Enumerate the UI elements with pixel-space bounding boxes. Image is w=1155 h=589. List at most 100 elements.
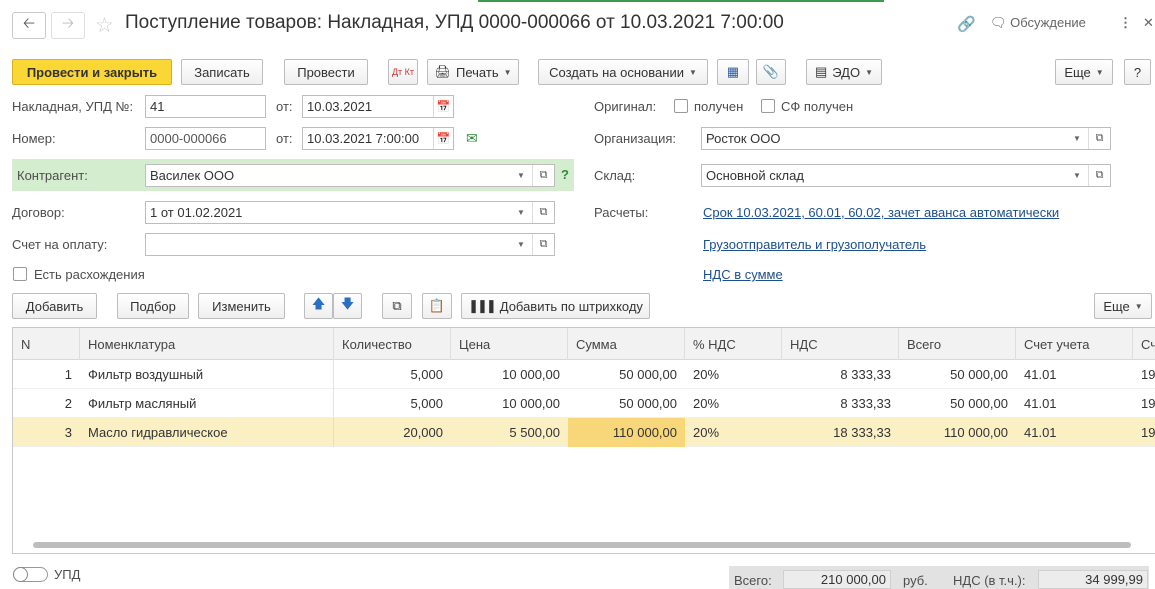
goods-table[interactable]: N Номенклатура Количество Цена Сумма % Н… [12,327,1155,554]
edit-button[interactable]: Изменить [198,293,285,319]
chevron-down-icon[interactable]: ▼ [511,234,531,255]
open-icon[interactable]: ⧉ [532,202,554,223]
move-down-button[interactable]: 🡇 [333,293,362,319]
cell-vat: 8 333,33 [840,396,891,411]
cell-account: 41.01 [1024,367,1057,382]
save-button[interactable]: Записать [181,59,263,85]
pick-button[interactable]: Подбор [117,293,189,319]
table-row[interactable]: 2 Фильтр масляный 5,000 10 000,00 50 000… [13,389,1155,418]
received-checkbox[interactable] [674,99,688,113]
shipper-consignee-link[interactable]: Грузоотправитель и грузополучатель [703,237,926,252]
open-icon[interactable]: ⧉ [532,234,554,255]
chevron-down-icon[interactable]: ▼ [511,202,531,223]
cell-price: 10 000,00 [502,367,560,382]
original-label: Оригинал: [594,99,657,114]
table-row-selected[interactable]: 3 Масло гидравлическое 20,000 5 500,00 1… [13,418,1155,447]
comment-check-icon[interactable]: ✉ [466,130,478,147]
edo-icon: ▤ [814,64,828,79]
discuss-button[interactable]: 🗨 Обсуждение [990,15,1086,31]
warehouse-input[interactable]: Основной склад ▼ ⧉ [701,164,1111,187]
invoice-number-input[interactable]: 41 [145,95,266,118]
top-accent-line [478,0,884,2]
paste-button[interactable]: 📋 [422,293,452,319]
header-quantity[interactable]: Количество [334,328,451,360]
header-vat[interactable]: НДС [782,328,899,360]
payment-invoice-input[interactable]: ▼ ⧉ [145,233,555,256]
add-by-barcode-button[interactable]: ❚❚❚ Добавить по штрихкоду [461,293,650,319]
document-date-input[interactable]: 10.03.2021 7:00:00 📅 [302,127,454,150]
add-row-button[interactable]: Добавить [12,293,97,319]
create-based-on-button[interactable]: Создать на основании ▼ [538,59,708,85]
open-icon[interactable]: ⧉ [532,165,554,186]
chevron-down-icon[interactable]: ▼ [1067,128,1087,149]
chevron-down-icon: ▼ [503,67,512,77]
cell-total: 50 000,00 [950,396,1008,411]
post-and-close-button[interactable]: Провести и закрыть [12,59,172,85]
organization-input[interactable]: Росток ООО ▼ ⧉ [701,127,1111,150]
contract-value: 1 от 01.02.2021 [150,205,243,220]
settlements-link[interactable]: Срок 10.03.2021, 60.01, 60.02, зачет ава… [703,205,1059,220]
header-vat-account[interactable]: Сч [1133,328,1155,360]
cell-nomenclature: Масло гидравлическое [80,418,334,447]
edo-button[interactable]: ▤ ЭДО ▼ [806,59,882,85]
back-button[interactable]: 🡠 [12,12,46,39]
cell-sum: 50 000,00 [619,396,677,411]
chevron-down-icon: ▼ [1134,301,1143,311]
post-button[interactable]: Провести [284,59,368,85]
more-menu-icon[interactable]: ⋮ [1119,15,1132,31]
chat-icon: 🗨 [990,15,1011,30]
open-icon[interactable]: ⧉ [1088,128,1110,149]
cell-quantity: 5,000 [410,367,443,382]
vat-in-sum-link[interactable]: НДС в сумме [703,267,783,282]
header-vat-rate[interactable]: % НДС [685,328,782,360]
more-button[interactable]: Еще ▼ [1055,59,1113,85]
close-icon[interactable]: ✕ [1143,15,1154,31]
header-price[interactable]: Цена [451,328,568,360]
copy-row-button[interactable]: ⧉ [382,293,412,319]
cell-total: 110 000,00 [943,425,1008,440]
chevron-down-icon[interactable]: ▼ [511,165,531,186]
table-more-button[interactable]: Еще ▼ [1094,293,1152,319]
document-number-input[interactable]: 0000-000066 [145,127,266,150]
help-button[interactable]: ? [1124,59,1151,85]
horizontal-scrollbar[interactable] [33,542,1131,548]
header-account[interactable]: Счет учета [1016,328,1133,360]
cell-quantity: 20,000 [403,425,443,440]
cell-sum-active[interactable]: 110 000,00 [568,418,685,447]
toggle-knob [13,567,28,582]
structure-button[interactable]: ▦ [717,59,749,85]
header-nomenclature[interactable]: Номенклатура [80,328,334,360]
open-icon[interactable]: ⧉ [1088,165,1110,186]
cell-vat-rate: 20% [693,425,720,440]
organization-value: Росток ООО [706,131,781,146]
header-total[interactable]: Всего [899,328,1016,360]
invoice-label: Накладная, УПД №: [12,99,134,114]
calendar-icon[interactable]: 📅 [433,128,453,149]
cell-price: 10 000,00 [502,396,560,411]
header-n[interactable]: N [13,328,80,360]
total-label: Всего: [734,573,772,588]
attach-button[interactable]: 📎 [756,59,786,85]
header-sum[interactable]: Сумма [568,328,685,360]
cell-n: 1 [64,367,72,382]
discrepancy-checkbox[interactable] [13,267,27,281]
upd-toggle[interactable] [13,567,48,582]
print-button[interactable]: 🖨 Печать ▼ [427,59,519,85]
cell-price: 5 500,00 [509,425,560,440]
forward-button[interactable]: 🡢 [51,12,85,39]
move-up-button[interactable]: 🡅 [304,293,333,319]
contract-input[interactable]: 1 от 01.02.2021 ▼ ⧉ [145,201,555,224]
calendar-icon[interactable]: 📅 [433,96,453,117]
number-label: Номер: [12,131,56,146]
invoice-date-input[interactable]: 10.03.2021 📅 [302,95,454,118]
dt-kt-button[interactable]: Дт Кт [388,59,418,85]
sf-received-checkbox[interactable] [761,99,775,113]
chevron-down-icon[interactable]: ▼ [1067,165,1087,186]
counterparty-input[interactable]: Василек ООО ▼ ⧉ [145,164,555,187]
table-row[interactable]: 1 Фильтр воздушный 5,000 10 000,00 50 00… [13,360,1155,389]
link-icon[interactable]: 🔗 [957,15,976,33]
favorite-star-icon[interactable]: ☆ [95,13,114,38]
invoice-date-value: 10.03.2021 [307,99,373,114]
cell-n: 2 [64,396,72,411]
counterparty-help-icon[interactable]: ? [561,167,569,182]
